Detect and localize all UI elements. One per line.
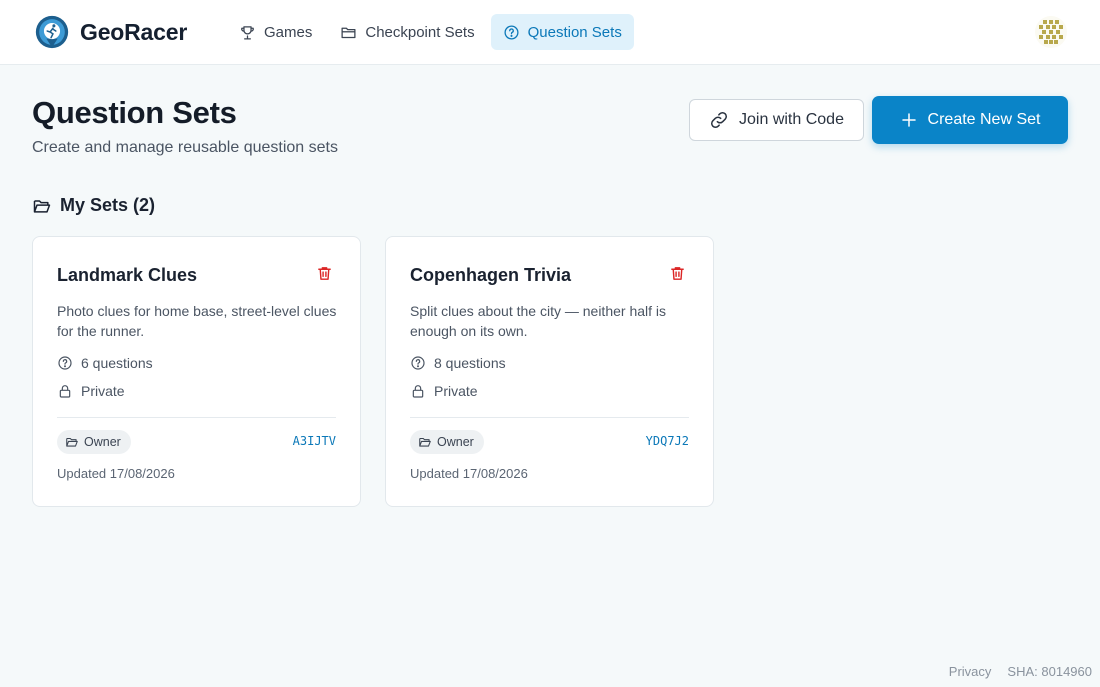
nav-item-checkpoint-sets[interactable]: Checkpoint Sets (328, 14, 486, 50)
build-sha: SHA: 8014960 (1007, 664, 1092, 679)
question-count: 8 questions (410, 355, 506, 371)
lock-icon (412, 385, 424, 398)
role-label: Owner (437, 435, 474, 449)
trash-icon[interactable] (316, 265, 333, 282)
updated-date: Updated 17/08/2026 (410, 466, 528, 481)
privacy-link[interactable]: Privacy (949, 664, 992, 679)
nav-item-label: Question Sets (527, 23, 622, 41)
nav-item-label: Checkpoint Sets (365, 23, 475, 41)
nav-item-label: Games (264, 23, 313, 41)
set-description: Photo clues for home base, street-level … (57, 303, 337, 339)
runner-pin-logo-icon (35, 15, 69, 49)
question-circle-icon (504, 24, 519, 40)
lock-icon (59, 385, 71, 398)
user-avatar-icon[interactable] (1034, 15, 1068, 49)
visibility-status: Private (410, 383, 478, 399)
join-button-label: Join with Code (739, 111, 844, 128)
main-nav: Games Checkpoint Sets Question Sets (227, 14, 638, 50)
brand-home-link[interactable]: GeoRacer (33, 13, 187, 51)
question-circle-icon (58, 356, 72, 370)
updated-date: Updated 17/08/2026 (57, 466, 175, 481)
role-badge: Owner (57, 430, 131, 454)
set-title: Landmark Clues (57, 265, 198, 285)
visibility-label: Private (434, 383, 478, 399)
plus-icon (901, 113, 916, 127)
question-count-label: 6 questions (81, 355, 153, 371)
my-sets-heading: My Sets (2) (32, 195, 155, 216)
card-divider (57, 417, 336, 418)
link-icon (711, 111, 728, 129)
question-count-label: 8 questions (434, 355, 506, 371)
visibility-label: Private (81, 383, 125, 399)
create-button-label: Create New Set (927, 111, 1041, 128)
page-subtitle: Create and manage reusable question sets (32, 139, 338, 156)
share-code[interactable]: YDQ7J2 (646, 434, 689, 448)
question-circle-icon (411, 356, 425, 370)
share-code[interactable]: A3IJTV (293, 434, 336, 448)
trash-icon[interactable] (669, 265, 686, 282)
card-divider (410, 417, 689, 418)
folder-open-icon (33, 199, 51, 213)
join-with-code-button[interactable]: Join with Code (689, 99, 864, 141)
create-new-set-button[interactable]: Create New Set (872, 96, 1068, 144)
nav-item-games[interactable]: Games (227, 14, 324, 50)
question-count: 6 questions (57, 355, 153, 371)
set-description: Split clues about the city — neither hal… (410, 303, 667, 339)
page-title: Question Sets (32, 95, 237, 130)
visibility-status: Private (57, 383, 125, 399)
nav-item-question-sets[interactable]: Question Sets (490, 14, 634, 50)
top-navbar: GeoRacer Games Checkpoint Sets Question … (0, 0, 1100, 65)
section-title: My Sets (2) (60, 195, 156, 215)
trophy-icon (241, 25, 254, 40)
role-badge: Owner (410, 430, 484, 454)
app-name: GeoRacer (80, 18, 188, 45)
role-label: Owner (84, 435, 121, 449)
folder-open-icon (419, 437, 431, 447)
question-set-card[interactable]: Copenhagen Trivia Split clues about the … (385, 236, 714, 507)
set-title: Copenhagen Trivia (410, 265, 572, 285)
question-set-card[interactable]: Landmark Clues Photo clues for home base… (32, 236, 361, 507)
folder-icon (341, 27, 356, 38)
folder-open-icon (66, 437, 78, 447)
footer: Privacy SHA: 8014960 (933, 664, 1092, 679)
